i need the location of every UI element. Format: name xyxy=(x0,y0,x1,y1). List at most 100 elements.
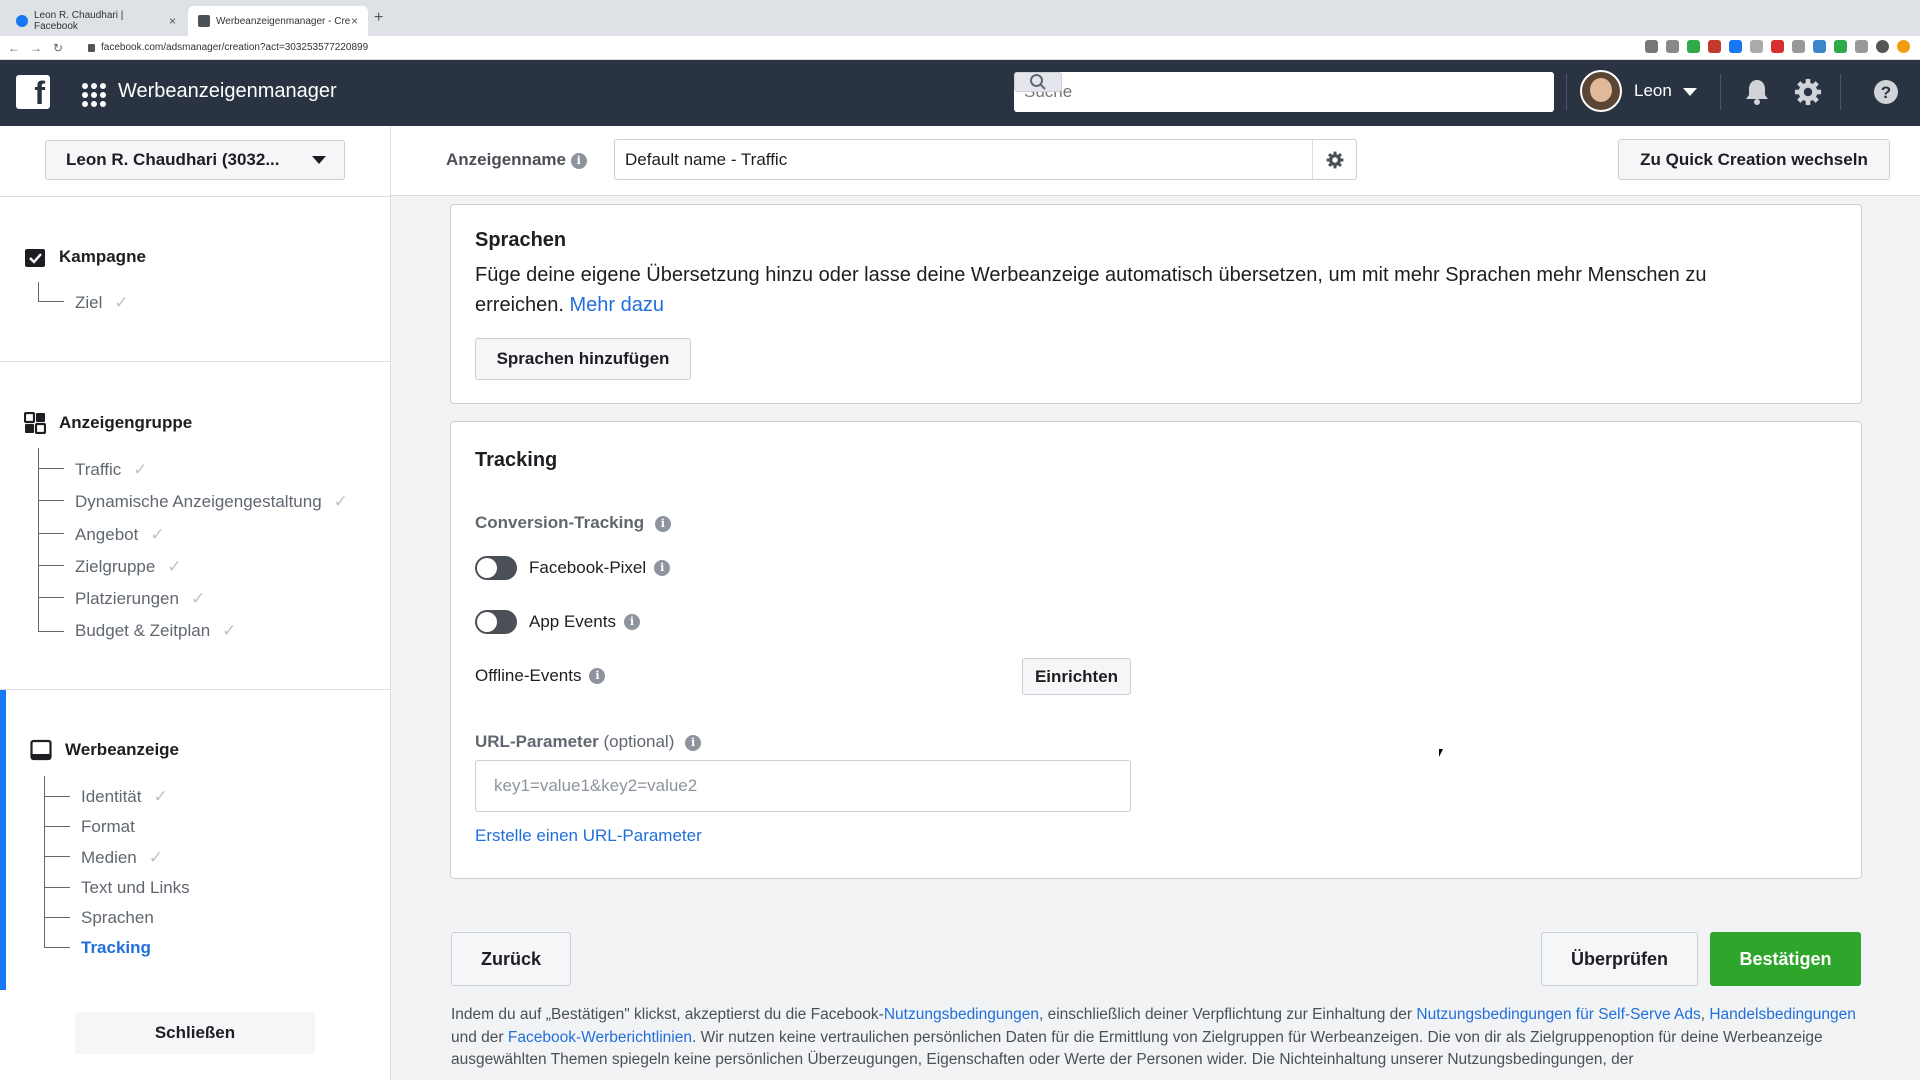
ad-policies-link[interactable]: Facebook-Werberichtlinien xyxy=(508,1029,692,1046)
sidebar-item-ziel[interactable]: Ziel ✓ xyxy=(75,293,129,313)
sidebar-item-tracking[interactable]: Tracking xyxy=(81,938,151,958)
sidebar-section-kampagne[interactable]: Kampagne xyxy=(24,246,146,268)
back-button[interactable]: Zurück xyxy=(451,932,571,986)
avatar[interactable] xyxy=(1580,70,1622,112)
extension-icon[interactable] xyxy=(1750,40,1763,53)
url-parameter-input[interactable]: key1=value1&key2=value2 xyxy=(475,760,1131,812)
sidebar-item-text-und-links[interactable]: Text und Links xyxy=(81,878,190,898)
sidebar-item-format[interactable]: Format xyxy=(81,817,135,837)
legal-text: , xyxy=(1700,1006,1706,1023)
search-box xyxy=(1014,72,1554,112)
setup-offline-events-button[interactable]: Einrichten xyxy=(1022,658,1131,695)
label-text: Conversion-Tracking xyxy=(475,513,645,532)
create-url-parameter-link[interactable]: Erstelle einen URL-Parameter xyxy=(475,826,702,846)
self-serve-terms-link[interactable]: Nutzungsbedingungen für Self-Serve Ads xyxy=(1416,1006,1700,1023)
info-icon[interactable]: i xyxy=(570,152,587,169)
facebook-pixel-toggle[interactable] xyxy=(475,556,517,580)
close-tab-icon[interactable]: × xyxy=(169,14,176,28)
tree-connector xyxy=(44,836,70,857)
info-icon[interactable]: i xyxy=(623,614,640,630)
divider xyxy=(0,196,390,197)
chevron-down-icon[interactable] xyxy=(1683,88,1697,96)
item-label: Budget & Zeitplan xyxy=(75,621,211,640)
account-selector[interactable]: Leon R. Chaudhari (3032... xyxy=(45,140,345,180)
ad-device-icon xyxy=(30,739,52,761)
sidebar-section-anzeigengruppe[interactable]: Anzeigengruppe xyxy=(24,412,192,434)
apps-grid-icon[interactable] xyxy=(82,83,106,107)
bell-icon[interactable] xyxy=(1743,78,1771,106)
extension-icon[interactable] xyxy=(1729,40,1742,53)
sidebar-section-werbeanzeige[interactable]: Werbeanzeige xyxy=(30,739,179,761)
ad-name-field[interactable]: Default name - Traffic xyxy=(614,139,1357,180)
browser-tab[interactable]: Leon R. Chaudhari | Facebook × xyxy=(6,6,186,36)
commercial-terms-link[interactable]: Handelsbedingungen xyxy=(1709,1006,1856,1023)
sidebar-item-zielgruppe[interactable]: Zielgruppe ✓ xyxy=(75,557,182,577)
extension-icon[interactable] xyxy=(1708,40,1721,53)
tree-connector xyxy=(44,867,70,888)
sidebar-item-medien[interactable]: Medien ✓ xyxy=(81,848,163,868)
section-title: Anzeigengruppe xyxy=(59,413,193,432)
section-title: Kampagne xyxy=(59,247,146,266)
browser-tab-active[interactable]: Werbeanzeigenmanager - Cre × xyxy=(188,6,368,36)
facebook-logo-icon[interactable]: f xyxy=(16,75,50,109)
learn-more-link[interactable]: Mehr dazu xyxy=(570,294,665,316)
label-text: Facebook-Pixel xyxy=(529,558,647,577)
item-label: Identität xyxy=(81,787,142,806)
new-tab-button[interactable]: + xyxy=(374,9,383,27)
check-icon: ✓ xyxy=(153,787,168,806)
tree-connector xyxy=(44,897,70,918)
item-label: Platzierungen xyxy=(75,589,179,608)
help-icon[interactable]: ? xyxy=(1872,78,1900,106)
zoom-icon[interactable] xyxy=(1645,40,1658,53)
app-events-toggle[interactable] xyxy=(475,610,517,634)
close-button[interactable]: Schließen xyxy=(75,1012,315,1054)
extension-icon[interactable] xyxy=(1834,40,1847,53)
sidebar-item-budget[interactable]: Budget & Zeitplan ✓ xyxy=(75,621,236,641)
description-line: erreichen. xyxy=(475,294,564,316)
search-icon[interactable] xyxy=(1014,72,1062,92)
sidebar-item-platzierungen[interactable]: Platzierungen ✓ xyxy=(75,589,205,609)
star-icon[interactable] xyxy=(1666,40,1679,53)
quick-creation-button[interactable]: Zu Quick Creation wechseln xyxy=(1618,139,1890,180)
reload-icon[interactable]: ↻ xyxy=(50,41,66,55)
info-icon[interactable]: i xyxy=(685,734,702,751)
sidebar-item-sprachen[interactable]: Sprachen xyxy=(81,908,154,928)
extension-icon[interactable] xyxy=(1813,40,1826,53)
tree-connector xyxy=(44,776,70,797)
review-button[interactable]: Überprüfen xyxy=(1541,932,1698,986)
label-text: Offline-Events xyxy=(475,666,582,685)
app-title[interactable]: Werbeanzeigenmanager xyxy=(118,80,337,103)
sidebar-item-traffic[interactable]: Traffic ✓ xyxy=(75,460,148,480)
gear-icon[interactable] xyxy=(1312,140,1356,179)
close-tab-icon[interactable]: × xyxy=(351,14,358,28)
placeholder-text: key1=value1&key2=value2 xyxy=(494,776,698,795)
info-icon[interactable]: i xyxy=(589,668,606,684)
extension-icon[interactable] xyxy=(1771,40,1784,53)
extension-icon[interactable] xyxy=(1687,40,1700,53)
terms-link[interactable]: Nutzungsbedingungen xyxy=(884,1006,1039,1023)
confirm-button[interactable]: Bestätigen xyxy=(1710,932,1861,986)
forward-icon[interactable]: → xyxy=(28,41,44,55)
sidebar-item-identitaet[interactable]: Identität ✓ xyxy=(81,787,168,807)
svg-text:?: ? xyxy=(1881,83,1891,102)
add-languages-button[interactable]: Sprachen hinzufügen xyxy=(475,338,691,380)
label-text: App Events xyxy=(529,612,616,631)
info-icon[interactable]: i xyxy=(654,560,671,576)
update-icon[interactable] xyxy=(1897,40,1910,53)
sidebar-item-dynamic-creative[interactable]: Dynamische Anzeigengestaltung ✓ xyxy=(75,492,348,512)
campaign-checkbox-icon xyxy=(25,249,45,267)
extension-icon[interactable] xyxy=(1855,40,1868,53)
gear-icon[interactable] xyxy=(1794,78,1822,106)
tab-title: Werbeanzeigenmanager - Cre xyxy=(216,15,351,27)
account-name: Leon R. Chaudhari (3032... xyxy=(66,150,280,169)
extension-icon[interactable] xyxy=(1792,40,1805,53)
legal-text: Indem du auf „Bestätigen" klickst, akzep… xyxy=(451,1006,884,1023)
search-input[interactable] xyxy=(1014,72,1554,112)
back-icon[interactable]: ← xyxy=(6,41,22,55)
profile-icon[interactable] xyxy=(1876,40,1889,53)
tab-title: Leon R. Chaudhari | Facebook xyxy=(34,10,124,32)
info-icon[interactable]: i xyxy=(654,515,671,532)
user-name[interactable]: Leon xyxy=(1634,81,1672,101)
sidebar-item-angebot[interactable]: Angebot ✓ xyxy=(75,525,165,545)
url-field[interactable]: facebook.com/adsmanager/creation?act=303… xyxy=(88,42,368,53)
